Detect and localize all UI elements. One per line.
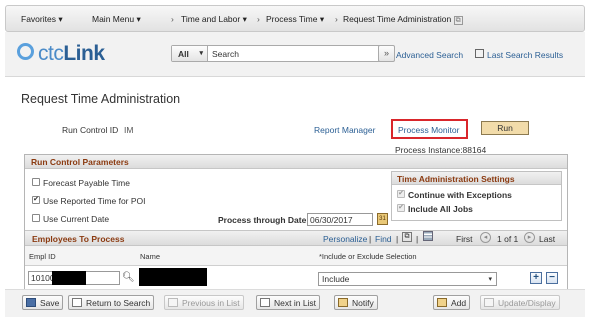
employees-to-process-title: Employees To Process: [32, 234, 125, 244]
nav-process-time[interactable]: Process Time ▾: [266, 14, 324, 25]
nav-process-time-label: Process Time: [266, 14, 318, 24]
download-grid-icon[interactable]: [423, 231, 433, 241]
save-icon: [26, 298, 36, 307]
continue-with-exceptions-label: Continue with Exceptions: [408, 190, 512, 200]
grid-separator: |: [396, 234, 399, 244]
chevron-down-icon: ▾: [319, 14, 325, 24]
add-label: Add: [451, 298, 467, 308]
forecast-payable-checkbox[interactable]: [32, 178, 40, 186]
last-link[interactable]: Last: [539, 234, 555, 244]
search-scope-label: All: [178, 49, 189, 59]
breadcrumb-separator: ›: [257, 14, 260, 24]
nav-time-and-labor-label: Time and Labor: [181, 14, 241, 24]
breadcrumb-separator: ›: [335, 14, 338, 24]
add-button[interactable]: Add: [433, 295, 471, 310]
save-label: Save: [40, 298, 60, 308]
ctclink-logo-icon: [17, 43, 34, 60]
chevron-down-icon: ▾: [242, 14, 247, 24]
notify-icon: [338, 298, 348, 307]
nav-time-and-labor[interactable]: Time and Labor ▾: [181, 14, 247, 25]
last-search-results-link[interactable]: Last Search Results: [487, 50, 563, 60]
grid-separator: |: [416, 234, 419, 244]
continue-with-exceptions-checkbox[interactable]: ✔: [397, 190, 405, 198]
use-reported-checkbox[interactable]: ✔: [32, 196, 40, 204]
chevron-down-icon: ▾: [58, 14, 63, 24]
search-go-button[interactable]: »: [378, 45, 395, 62]
find-link[interactable]: Find: [375, 234, 392, 244]
update-display-button[interactable]: Update/Display: [480, 295, 560, 310]
grid-separator: |: [369, 234, 372, 244]
nav-request-time-admin-label: Request Time Administration: [343, 14, 452, 24]
top-navigation-bar: Favorites ▾ Main Menu ▾ › Time and Labor…: [5, 5, 585, 32]
nav-main-menu[interactable]: Main Menu ▾: [92, 14, 141, 25]
search-input[interactable]: Search: [212, 49, 239, 59]
redacted-empl-id: [52, 271, 86, 285]
first-link[interactable]: First: [456, 234, 473, 244]
run-control-parameters-header: Run Control Parameters: [25, 155, 567, 169]
col-include-exclude: *Include or Exclude Selection: [319, 252, 417, 261]
update-display-icon: [484, 298, 494, 307]
last-search-results-icon[interactable]: [475, 49, 484, 58]
nav-favorites-label: Favorites: [21, 14, 56, 24]
process-through-date-label: Process through Date: [218, 215, 307, 225]
use-reported-label: Use Reported Time for POI: [43, 196, 146, 206]
advanced-search-link[interactable]: Advanced Search: [396, 50, 463, 60]
next-in-list-icon: [260, 298, 270, 307]
nav-request-time-admin[interactable]: Request Time Administration ⧉: [343, 14, 463, 25]
new-window-icon[interactable]: ⧉: [453, 16, 463, 25]
search-scope-select[interactable]: All ▾: [172, 46, 208, 61]
chevron-down-icon: ▾: [488, 276, 492, 283]
run-button[interactable]: Run: [481, 121, 529, 135]
logo-suffix: Link: [63, 42, 105, 65]
include-exclude-value: Include: [322, 274, 350, 284]
include-exclude-select[interactable]: Include ▾: [318, 272, 497, 286]
nav-favorites[interactable]: Favorites ▾: [21, 14, 63, 25]
chevron-down-icon: ▾: [199, 50, 203, 57]
previous-row-icon[interactable]: ◂: [480, 232, 491, 243]
nav-main-menu-label: Main Menu: [92, 14, 135, 24]
next-in-list-label: Next in List: [274, 298, 317, 308]
logo-prefix: ctc: [38, 42, 64, 65]
notify-label: Notify: [352, 298, 374, 308]
add-icon: [437, 298, 447, 307]
run-control-label: Run Control ID: [62, 125, 119, 135]
personalize-link[interactable]: Personalize: [323, 234, 367, 244]
employees-column-headers: Empl ID Name *Include or Exclude Selecti…: [25, 246, 567, 266]
include-all-jobs-label: Include All Jobs: [408, 204, 473, 214]
lookup-icon[interactable]: 🔍︎: [122, 272, 135, 283]
next-in-list-button[interactable]: Next in List: [256, 295, 321, 310]
page-title: Request Time Administration: [21, 92, 181, 106]
view-all-icon[interactable]: ⧉: [402, 232, 412, 242]
forecast-payable-label: Forecast Payable Time: [43, 178, 130, 188]
previous-in-list-icon: [168, 298, 178, 307]
delete-row-button[interactable]: −: [546, 272, 558, 284]
use-current-date-checkbox[interactable]: [32, 214, 40, 222]
update-display-label: Update/Display: [498, 298, 556, 308]
return-to-search-label: Return to Search: [86, 298, 151, 308]
redacted-name: [139, 268, 207, 286]
row-range: 1 of 1: [497, 234, 519, 244]
col-name: Name: [140, 252, 161, 261]
time-admin-settings-header: Time Administration Settings: [392, 172, 561, 185]
process-monitor-link[interactable]: Process Monitor: [398, 125, 459, 135]
return-to-search-icon: [72, 298, 82, 307]
chevron-down-icon: ▾: [136, 14, 141, 24]
use-current-date-label: Use Current Date: [43, 214, 110, 224]
previous-in-list-button[interactable]: Previous in List: [164, 295, 244, 310]
col-empl-id: Empl ID: [29, 252, 56, 261]
process-through-date-input[interactable]: 06/30/2017: [307, 213, 373, 226]
notify-button[interactable]: Notify: [334, 295, 378, 310]
save-button[interactable]: Save: [22, 295, 64, 310]
report-manager-link[interactable]: Report Manager: [314, 125, 375, 135]
search-box: All ▾ Search: [171, 45, 383, 62]
include-all-jobs-checkbox[interactable]: ✔: [397, 204, 405, 212]
return-to-search-button[interactable]: Return to Search: [68, 295, 155, 310]
calendar-icon[interactable]: 31: [377, 213, 388, 225]
ctclink-logo: ctcLink: [38, 42, 105, 66]
next-row-icon[interactable]: ▸: [524, 232, 535, 243]
breadcrumb-separator: ›: [171, 14, 174, 24]
previous-in-list-label: Previous in List: [182, 298, 240, 308]
add-row-button[interactable]: +: [530, 272, 542, 284]
run-control-value: IM: [124, 125, 134, 135]
